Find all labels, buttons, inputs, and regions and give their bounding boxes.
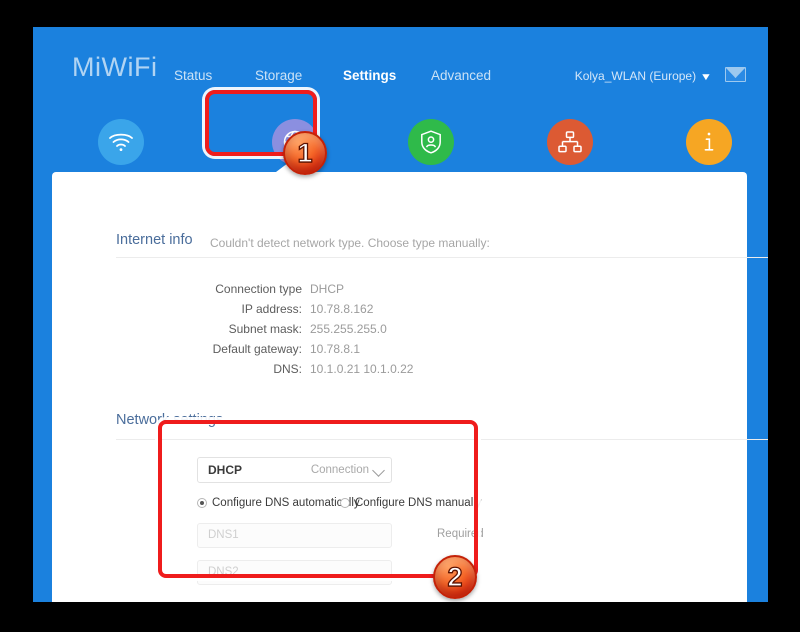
info-label: IP address: [241,302,302,316]
detect-message: Couldn't detect network type. Choose typ… [210,236,490,250]
step-badge-number: 2 [447,561,463,592]
nav-item-settings[interactable]: Settings [343,68,396,83]
info-label: Connection type [215,282,302,296]
section-title-internet-info: Internet info [116,232,193,248]
chevron-down-icon: ▼ [699,72,713,83]
info-icon [686,119,732,165]
radio-configure-dns-manually[interactable]: Configure DNS manually [340,497,482,509]
radio-configure-dns-automatically[interactable]: Configure DNS automatically [197,497,360,509]
network-nodes-icon [547,119,593,165]
network-settings-form: DHCP Connection Configure DNS automatica… [197,457,527,585]
dns1-required-hint: Required [437,528,484,540]
divider [116,257,768,258]
step-badge-2: 2 [433,555,477,599]
screenshot-frame: MiWiFi Status Storage Settings Advanced … [0,0,800,632]
router-admin-page: MiWiFi Status Storage Settings Advanced … [33,27,768,602]
nav-item-storage[interactable]: Storage [255,68,302,83]
connection-type-select[interactable]: DHCP Connection [197,457,392,483]
dns1-input[interactable]: DNS1 [197,523,392,548]
shield-person-icon [408,119,454,165]
radio-indicator [340,498,350,508]
account-selector[interactable]: Kolya_WLAN (Europe) ▼ [574,69,713,83]
section-title-network-settings: Network settings [116,412,224,428]
step-badge-1: 1 [283,131,327,175]
info-value: 10.1.0.21 10.1.0.22 [310,362,414,376]
info-label: DNS: [273,362,302,376]
info-label: Subnet mask: [228,322,302,336]
nav-item-status[interactable]: Status [174,68,212,83]
dns1-placeholder: DNS1 [208,529,239,541]
divider [116,439,768,440]
radio-label: Configure DNS automatically [212,497,360,509]
info-value: DHCP [310,282,345,296]
nav-item-advanced[interactable]: Advanced [431,68,491,83]
info-value: 255.255.255.0 [310,322,387,336]
radio-indicator [197,498,207,508]
info-label: Default gateway: [212,342,302,356]
radio-label: Configure DNS manually [355,497,482,509]
dns2-placeholder: DNS2 [208,566,239,578]
mail-icon[interactable] [725,67,746,82]
info-value: 10.78.8.1 [310,342,361,356]
chevron-down-icon [372,464,385,477]
header-bar: MiWiFi Status Storage Settings Advanced … [33,27,768,186]
wifi-icon [98,119,144,165]
step-badge-number: 1 [297,137,313,168]
info-value: 10.78.8.162 [310,302,374,316]
dns2-input[interactable]: DNS2 [197,560,392,585]
connection-type-value: DHCP [208,463,243,477]
content-card: Internet info Couldn't detect network ty… [52,163,768,602]
account-label: Kolya_WLAN (Europe) [574,69,697,83]
connection-type-side-label: Connection [310,464,369,476]
brand-logo: MiWiFi [72,52,158,82]
